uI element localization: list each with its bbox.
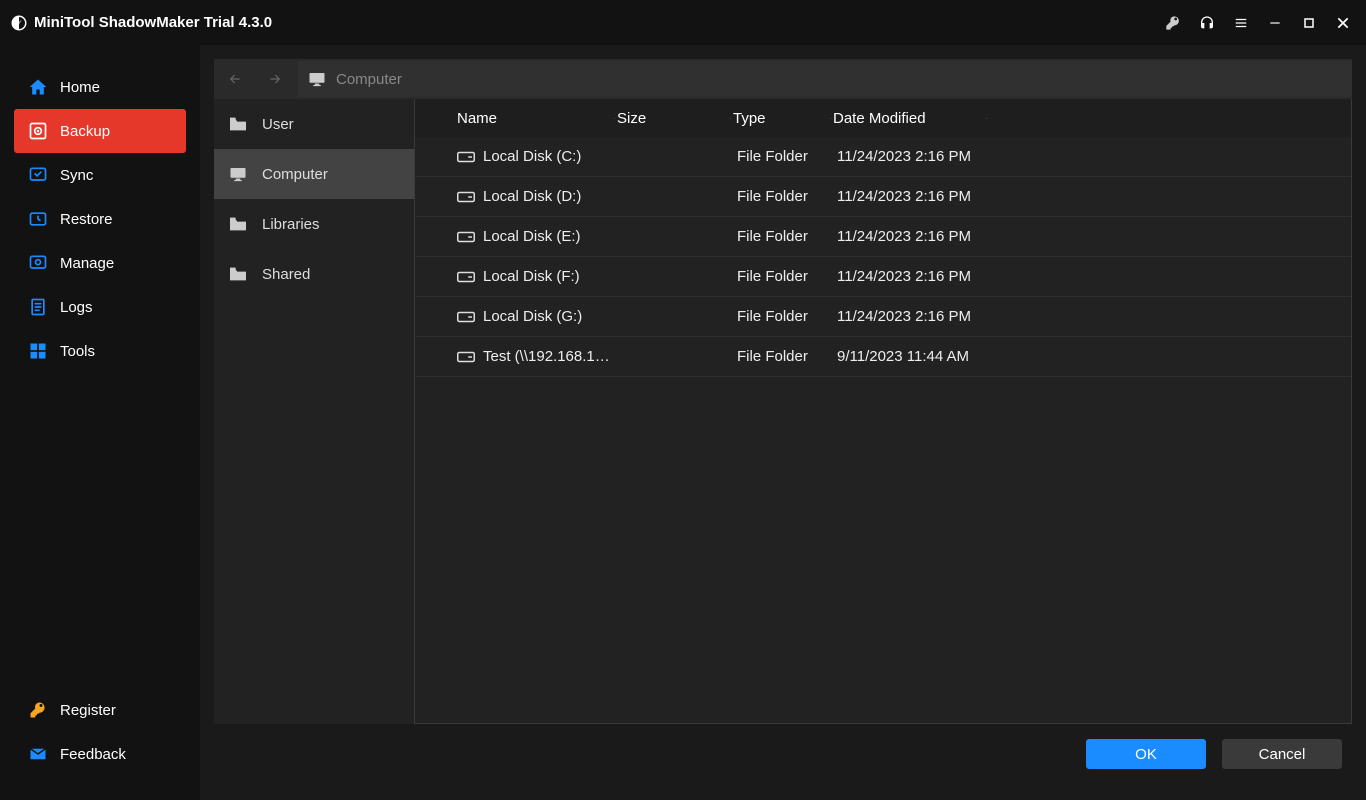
sidebar-item-label: Restore bbox=[60, 211, 113, 228]
row-name: Local Disk (D:) bbox=[483, 188, 581, 205]
col-size[interactable]: Size bbox=[615, 110, 731, 127]
row-date: 11/24/2023 2:16 PM bbox=[835, 148, 1035, 165]
path-navbar: Computer bbox=[214, 59, 1352, 99]
tools-icon bbox=[28, 341, 48, 361]
row-date: 11/24/2023 2:16 PM bbox=[835, 268, 1035, 285]
tree-item-computer[interactable]: Computer bbox=[214, 149, 414, 199]
folder-shared-icon bbox=[228, 264, 248, 284]
row-name: Local Disk (G:) bbox=[483, 308, 582, 325]
col-date[interactable]: Date Modified bbox=[831, 110, 987, 127]
sidebar-item-label: Feedback bbox=[60, 746, 126, 763]
cancel-button[interactable]: Cancel bbox=[1222, 739, 1342, 769]
row-type: File Folder bbox=[735, 268, 835, 285]
table-row[interactable]: Local Disk (G:) File Folder11/24/2023 2:1… bbox=[415, 297, 1351, 337]
tree-item-label: Shared bbox=[262, 266, 310, 283]
table-body: Local Disk (C:)File Folder11/24/2023 2:1… bbox=[415, 137, 1351, 723]
row-date: 11/24/2023 2:16 PM bbox=[835, 228, 1035, 245]
sidebar-item-label: Logs bbox=[60, 299, 93, 316]
table-row[interactable]: Local Disk (D:) File Folder11/24/2023 2:1… bbox=[415, 177, 1351, 217]
nav-forward-button[interactable] bbox=[258, 61, 292, 97]
home-icon bbox=[28, 77, 48, 97]
drive-icon bbox=[457, 351, 475, 363]
table-header: Name Size Type Date Modified bbox=[415, 99, 1351, 137]
drive-icon bbox=[457, 191, 475, 203]
col-type[interactable]: Type bbox=[731, 110, 831, 127]
table-row[interactable]: Local Disk (C:) File Folder11/24/2023 2:1… bbox=[415, 137, 1351, 177]
ok-button[interactable]: OK bbox=[1086, 739, 1206, 769]
row-date: 11/24/2023 2:16 PM bbox=[835, 188, 1035, 205]
sync-icon bbox=[28, 165, 48, 185]
source-tree: User Computer Libraries Shared bbox=[214, 99, 414, 724]
sidebar-item-home[interactable]: Home bbox=[14, 65, 186, 109]
app-title: MiniTool ShadowMaker Trial 4.3.0 bbox=[34, 14, 272, 31]
sidebar-item-label: Sync bbox=[60, 167, 93, 184]
sidebar-item-manage[interactable]: Manage bbox=[14, 241, 186, 285]
breadcrumb-label: Computer bbox=[336, 71, 402, 88]
tree-item-label: Libraries bbox=[262, 216, 320, 233]
app-window: MiniTool ShadowMaker Trial 4.3.0 Home bbox=[0, 0, 1366, 800]
sidebar-item-restore[interactable]: Restore bbox=[14, 197, 186, 241]
tree-item-shared[interactable]: Shared bbox=[214, 249, 414, 299]
sidebar-item-label: Tools bbox=[60, 343, 95, 360]
main-panel: Computer User Computer bbox=[200, 45, 1366, 800]
close-icon[interactable] bbox=[1326, 7, 1360, 39]
row-date: 9/11/2023 11:44 AM bbox=[835, 348, 1035, 365]
row-type: File Folder bbox=[735, 148, 835, 165]
sidebar-item-label: Manage bbox=[60, 255, 114, 272]
dialog-footer: OK Cancel bbox=[214, 724, 1352, 784]
drive-icon bbox=[457, 231, 475, 243]
restore-icon bbox=[28, 209, 48, 229]
row-date: 11/24/2023 2:16 PM bbox=[835, 308, 1035, 325]
app-logo-icon bbox=[10, 14, 28, 32]
titlebar: MiniTool ShadowMaker Trial 4.3.0 bbox=[0, 0, 1366, 45]
row-type: File Folder bbox=[735, 308, 835, 325]
row-type: File Folder bbox=[735, 228, 835, 245]
file-table: Name Size Type Date Modified Local Disk … bbox=[414, 99, 1352, 724]
row-name: Local Disk (F:) bbox=[483, 268, 580, 285]
breadcrumb[interactable]: Computer bbox=[298, 61, 1352, 97]
register-key-icon[interactable] bbox=[1156, 7, 1190, 39]
sidebar-item-register[interactable]: Register bbox=[14, 688, 186, 732]
row-name: Local Disk (E:) bbox=[483, 228, 581, 245]
table-row[interactable]: Test (\\192.168.1… File Folder9/11/2023 1… bbox=[415, 337, 1351, 377]
sidebar-item-backup[interactable]: Backup bbox=[14, 109, 186, 153]
menu-icon[interactable] bbox=[1224, 7, 1258, 39]
maximize-icon[interactable] bbox=[1292, 7, 1326, 39]
row-name: Test (\\192.168.1… bbox=[483, 348, 610, 365]
backup-icon bbox=[28, 121, 48, 141]
col-name[interactable]: Name bbox=[455, 110, 615, 127]
tree-item-libraries[interactable]: Libraries bbox=[214, 199, 414, 249]
table-row[interactable]: Local Disk (E:) File Folder11/24/2023 2:1… bbox=[415, 217, 1351, 257]
tree-item-label: Computer bbox=[262, 166, 328, 183]
folder-user-icon bbox=[228, 114, 248, 134]
tree-item-label: User bbox=[262, 116, 294, 133]
row-name: Local Disk (C:) bbox=[483, 148, 581, 165]
monitor-icon bbox=[228, 164, 248, 184]
minimize-icon[interactable] bbox=[1258, 7, 1292, 39]
row-type: File Folder bbox=[735, 188, 835, 205]
table-row[interactable]: Local Disk (F:) File Folder11/24/2023 2:1… bbox=[415, 257, 1351, 297]
drive-icon bbox=[457, 271, 475, 283]
mail-icon bbox=[28, 744, 48, 764]
sidebar-item-label: Register bbox=[60, 702, 116, 719]
sidebar-item-sync[interactable]: Sync bbox=[14, 153, 186, 197]
monitor-icon bbox=[308, 70, 326, 88]
nav-back-button[interactable] bbox=[218, 61, 252, 97]
sidebar-item-logs[interactable]: Logs bbox=[14, 285, 186, 329]
headset-icon[interactable] bbox=[1190, 7, 1224, 39]
drive-icon bbox=[457, 151, 475, 163]
sidebar-item-tools[interactable]: Tools bbox=[14, 329, 186, 373]
sidebar-item-label: Backup bbox=[60, 123, 110, 140]
key-icon bbox=[28, 700, 48, 720]
tree-item-user[interactable]: User bbox=[214, 99, 414, 149]
sidebar: Home Backup Sync Restore Manage bbox=[0, 45, 200, 800]
sidebar-item-feedback[interactable]: Feedback bbox=[14, 732, 186, 776]
row-type: File Folder bbox=[735, 348, 835, 365]
manage-icon bbox=[28, 253, 48, 273]
drive-icon bbox=[457, 311, 475, 323]
folder-icon bbox=[228, 214, 248, 234]
sidebar-item-label: Home bbox=[60, 79, 100, 96]
logs-icon bbox=[28, 297, 48, 317]
